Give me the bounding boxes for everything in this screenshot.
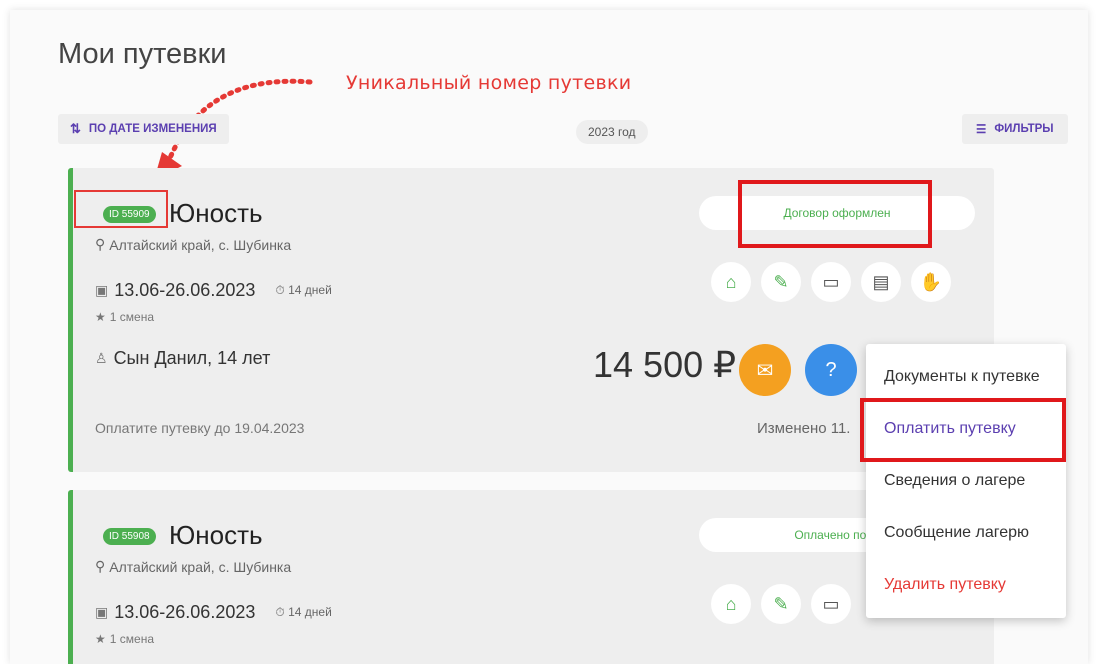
voucher-shift: ★ 1 смена xyxy=(95,632,154,646)
mail-icon: ✉ xyxy=(756,359,774,382)
document-icons: ⌂ ✎ ▭ xyxy=(711,584,851,624)
calendar-icon: ▣ xyxy=(95,282,109,298)
location-pin-icon: ⚲ xyxy=(95,236,106,252)
annotation-label: Уникальный номер путевки xyxy=(346,72,632,94)
voucher-dates: ▣ 13.06-26.06.2023 ⏱ 14 дней xyxy=(95,280,332,301)
duration-text: 14 дней xyxy=(288,283,332,297)
year-chip[interactable]: 2023 год xyxy=(576,120,648,144)
dates-text: 13.06-26.06.2023 xyxy=(114,280,256,300)
document-edit-icon[interactable]: ✎ xyxy=(761,262,801,302)
star-icon: ★ xyxy=(95,632,106,646)
shift-text: 1 смена xyxy=(109,310,154,324)
location-text: Алтайский край, с. Шубинка xyxy=(109,236,292,253)
filter-button[interactable]: ☰ ФИЛЬТРЫ xyxy=(962,114,1068,144)
payment-card-icon[interactable]: ▭ xyxy=(811,584,851,624)
dates-text: 13.06-26.06.2023 xyxy=(114,602,256,622)
camp-name: Юность xyxy=(169,198,263,228)
voucher-context-menu: Документы к путевке Оплатить путевку Све… xyxy=(866,344,1066,618)
sort-label: ПО ДАТЕ ИЗМЕНЕНИЯ xyxy=(88,123,217,135)
menu-item-camp-info[interactable]: Сведения о лагере xyxy=(884,472,1025,490)
voucher-child: ♙ Сын Данил, 14 лет xyxy=(95,348,270,369)
filter-label: ФИЛЬТРЫ xyxy=(994,123,1054,135)
page-title: Мои путевки xyxy=(58,38,227,70)
sort-button[interactable]: ⇅ ПО ДАТЕ ИЗМЕНЕНИЯ xyxy=(58,114,229,144)
shift-text: 1 смена xyxy=(109,632,154,646)
changed-date: Изменено 11. xyxy=(757,420,851,437)
camp-name: Юность xyxy=(169,520,263,550)
vouchers-page: Мои путевки Уникальный номер путевки ⇅ П… xyxy=(10,10,1088,664)
menu-item-message-camp[interactable]: Сообщение лагерю xyxy=(884,524,1029,542)
hand-money-icon[interactable]: ✋ xyxy=(911,262,951,302)
highlight-status-box xyxy=(738,180,932,248)
voucher-id-badge: ID 55908 xyxy=(103,528,156,545)
document-edit-icon[interactable]: ✎ xyxy=(761,584,801,624)
help-button[interactable]: ? xyxy=(805,344,857,396)
document-icons: ⌂ ✎ ▭ ▤ ✋ xyxy=(711,262,951,302)
filter-icon: ☰ xyxy=(976,124,987,136)
duration-text: 14 дней xyxy=(288,605,332,619)
location-text: Алтайский край, с. Шубинка xyxy=(109,558,292,575)
payment-card-icon[interactable]: ▭ xyxy=(811,262,851,302)
voucher-dates: ▣ 13.06-26.06.2023 ⏱ 14 дней xyxy=(95,602,332,623)
duration: ⏱ 14 дней xyxy=(275,283,332,297)
duration: ⏱ 14 дней xyxy=(275,605,332,619)
child-text: Сын Данил, 14 лет xyxy=(113,348,271,368)
sort-icon: ⇅ xyxy=(70,121,81,136)
child-icon: ♙ xyxy=(95,350,108,366)
camp-building-icon[interactable]: ⌂ xyxy=(711,584,751,624)
message-button[interactable]: ✉ xyxy=(739,344,791,396)
star-icon: ★ xyxy=(95,310,106,324)
menu-item-documents[interactable]: Документы к путевке xyxy=(884,368,1040,386)
pay-until-note: Оплатите путевку до 19.04.2023 xyxy=(95,420,305,436)
location-pin-icon: ⚲ xyxy=(95,558,106,574)
highlight-pay-box xyxy=(860,398,1066,462)
camp-building-icon[interactable]: ⌂ xyxy=(711,262,751,302)
highlight-id-box xyxy=(74,190,168,228)
menu-item-delete[interactable]: Удалить путевку xyxy=(884,576,1006,594)
clipboard-icon[interactable]: ▤ xyxy=(861,262,901,302)
help-icon: ? xyxy=(825,358,837,381)
calendar-icon: ▣ xyxy=(95,604,109,620)
camp-location: ⚲ Алтайский край, с. Шубинка xyxy=(95,236,291,253)
voucher-shift: ★ 1 смена xyxy=(95,310,154,324)
camp-location: ⚲ Алтайский край, с. Шубинка xyxy=(95,558,291,575)
voucher-price: 14 500 ₽ xyxy=(593,344,737,385)
voucher-card[interactable]: ID 55908 Юность ⚲ Алтайский край, с. Шуб… xyxy=(68,490,994,664)
